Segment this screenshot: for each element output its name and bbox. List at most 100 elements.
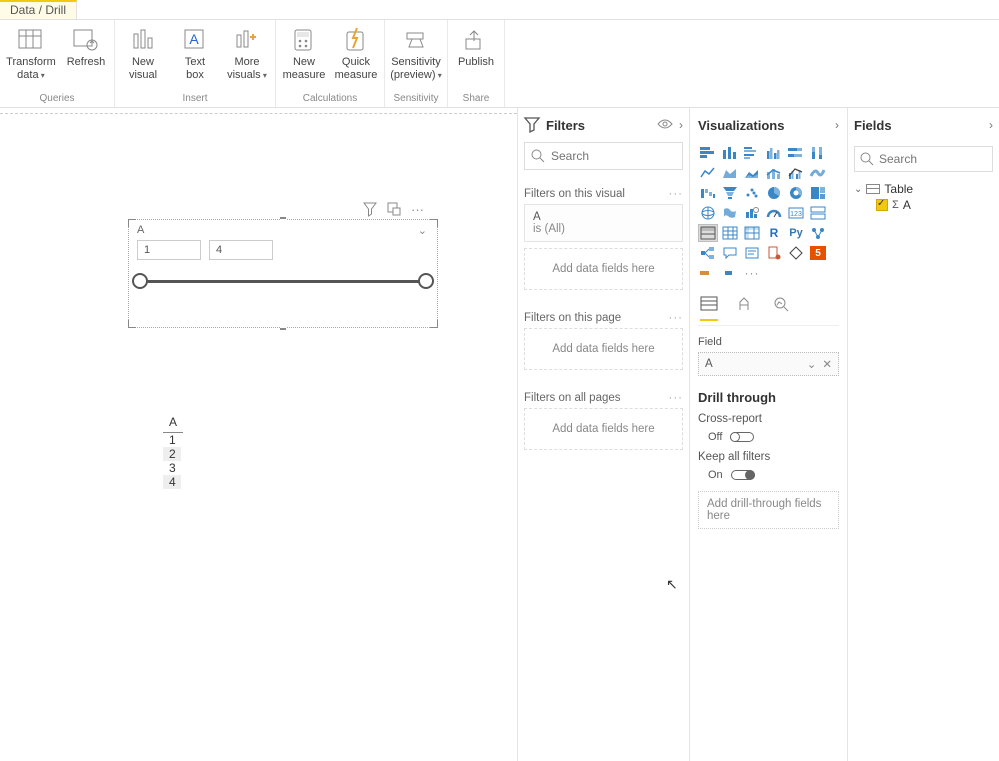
more-options-icon[interactable]: ··· bbox=[411, 202, 424, 219]
slicer-to-input[interactable] bbox=[209, 240, 273, 260]
chevron-down-icon[interactable]: ⌄ bbox=[807, 357, 817, 371]
viz-decomposition-icon[interactable] bbox=[698, 244, 718, 262]
viz-key-influencers-icon[interactable] bbox=[808, 224, 828, 242]
table-row[interactable]: 2 bbox=[163, 447, 181, 461]
ribbon-group-label-insert: Insert bbox=[117, 91, 273, 107]
filter-drop-page[interactable]: Add data fields here bbox=[524, 328, 683, 370]
sensitivity-button[interactable]: Sensitivity(preview) bbox=[387, 26, 445, 81]
eye-icon[interactable] bbox=[657, 118, 673, 133]
viz-area-icon[interactable] bbox=[720, 164, 740, 182]
viz-scatter-icon[interactable] bbox=[742, 184, 762, 202]
slider-handle-max[interactable] bbox=[418, 273, 434, 289]
table-row[interactable]: 3 bbox=[163, 461, 181, 475]
ribbon-group-queries: Transformdata Refresh Queries bbox=[0, 20, 115, 107]
column-node[interactable]: Σ A bbox=[854, 198, 993, 212]
fields-search-input[interactable] bbox=[879, 152, 986, 166]
analytics-tab[interactable] bbox=[772, 296, 790, 321]
viz-multirow-card-icon[interactable] bbox=[808, 204, 828, 222]
viz-custom2-icon[interactable] bbox=[720, 264, 740, 282]
viz-waterfall-icon[interactable] bbox=[698, 184, 718, 202]
viz-py-icon[interactable]: Py bbox=[786, 224, 806, 242]
viz-powerapps-icon[interactable]: 5 bbox=[808, 244, 828, 262]
resize-handle[interactable] bbox=[430, 320, 438, 328]
viz-ribbon-icon[interactable] bbox=[808, 164, 828, 182]
viz-narrative-icon[interactable] bbox=[742, 244, 762, 262]
more-options-icon[interactable]: ··· bbox=[669, 312, 684, 324]
more-visuals-button[interactable]: Morevisuals bbox=[221, 26, 273, 81]
viz-filled-map-icon[interactable] bbox=[720, 204, 740, 222]
viz-clustered-bar-icon[interactable] bbox=[742, 144, 762, 162]
checkbox-icon[interactable] bbox=[876, 199, 888, 211]
viz-custom1-icon[interactable] bbox=[698, 264, 718, 282]
tab-data-drill[interactable]: Data / Drill bbox=[0, 0, 77, 19]
new-visual-button[interactable]: Newvisual bbox=[117, 26, 169, 81]
viz-stacked-bar-icon[interactable] bbox=[698, 144, 718, 162]
focus-mode-icon[interactable] bbox=[387, 202, 401, 219]
viz-arcgis-icon[interactable] bbox=[786, 244, 806, 262]
remove-field-icon[interactable]: ✕ bbox=[822, 357, 832, 371]
viz-paginated-icon[interactable] bbox=[764, 244, 784, 262]
keep-filters-toggle[interactable] bbox=[731, 470, 755, 480]
fields-search[interactable] bbox=[854, 146, 993, 172]
more-options-icon[interactable]: ··· bbox=[669, 188, 684, 200]
viz-stacked-column-icon[interactable] bbox=[720, 144, 740, 162]
viz-qna-icon[interactable] bbox=[720, 244, 740, 262]
table-header[interactable]: A bbox=[163, 413, 183, 433]
publish-button[interactable]: Publish bbox=[450, 26, 502, 69]
viz-stacked-area-icon[interactable] bbox=[742, 164, 762, 182]
viz-map-icon[interactable] bbox=[698, 204, 718, 222]
viz-donut-icon[interactable] bbox=[786, 184, 806, 202]
cross-report-toggle[interactable] bbox=[730, 432, 754, 442]
viz-card-icon[interactable]: 123 bbox=[786, 204, 806, 222]
ribbon-group-label-share: Share bbox=[450, 91, 502, 107]
drill-through-drop[interactable]: Add drill-through fields here bbox=[698, 491, 839, 529]
slicer-from-input[interactable] bbox=[137, 240, 201, 260]
fields-tab[interactable] bbox=[700, 296, 718, 321]
viz-matrix-icon[interactable] bbox=[742, 224, 762, 242]
report-canvas[interactable]: ··· A ⌄ A 1 bbox=[0, 108, 517, 761]
slicer-slider[interactable] bbox=[137, 280, 429, 283]
collapse-icon[interactable]: › bbox=[835, 118, 839, 132]
chevron-down-icon[interactable]: ⌄ bbox=[418, 224, 427, 237]
resize-handle[interactable] bbox=[280, 326, 286, 330]
filter-card[interactable]: A is (All) bbox=[524, 204, 683, 242]
viz-line-stacked-column-icon[interactable] bbox=[764, 164, 784, 182]
slicer-visual[interactable]: A ⌄ bbox=[128, 219, 438, 328]
filters-search-input[interactable] bbox=[551, 149, 676, 163]
more-options-icon[interactable]: ··· bbox=[669, 392, 684, 404]
filters-search[interactable] bbox=[524, 142, 683, 170]
viz-table-icon[interactable] bbox=[720, 224, 740, 242]
field-well[interactable]: A ⌄ ✕ bbox=[698, 352, 839, 376]
filter-drop-visual[interactable]: Add data fields here bbox=[524, 248, 683, 290]
table-row[interactable]: 4 bbox=[163, 475, 181, 489]
viz-gauge-icon[interactable] bbox=[764, 204, 784, 222]
viz-line-clustered-column-icon[interactable] bbox=[786, 164, 806, 182]
filter-drop-allpages[interactable]: Add data fields here bbox=[524, 408, 683, 450]
new-measure-button[interactable]: Newmeasure bbox=[278, 26, 330, 81]
collapse-icon[interactable]: › bbox=[989, 118, 993, 132]
viz-shape-map-icon[interactable] bbox=[742, 204, 762, 222]
viz-slicer-icon[interactable] bbox=[698, 224, 718, 242]
viz-treemap-icon[interactable] bbox=[808, 184, 828, 202]
transform-data-button[interactable]: Transformdata bbox=[2, 26, 60, 81]
table-visual[interactable]: A 1 2 3 4 bbox=[163, 413, 183, 489]
viz-r-icon[interactable]: R bbox=[764, 224, 784, 242]
collapse-icon[interactable]: › bbox=[679, 118, 683, 132]
chevron-down-icon[interactable]: ⌄ bbox=[854, 184, 862, 195]
viz-line-icon[interactable] bbox=[698, 164, 718, 182]
text-box-button[interactable]: A Textbox bbox=[169, 26, 221, 81]
visual-filter-icon[interactable] bbox=[363, 202, 377, 219]
format-tab[interactable] bbox=[736, 296, 754, 321]
viz-pie-icon[interactable] bbox=[764, 184, 784, 202]
viz-funnel-icon[interactable] bbox=[720, 184, 740, 202]
viz-get-more-icon[interactable]: ··· bbox=[742, 264, 762, 282]
table-row[interactable]: 1 bbox=[163, 433, 181, 447]
viz-clustered-column-icon[interactable] bbox=[764, 144, 784, 162]
quick-measure-button[interactable]: Quickmeasure bbox=[330, 26, 382, 81]
resize-handle[interactable] bbox=[128, 320, 136, 328]
refresh-button[interactable]: Refresh bbox=[60, 26, 112, 69]
viz-100-stacked-column-icon[interactable] bbox=[808, 144, 828, 162]
slider-handle-min[interactable] bbox=[132, 273, 148, 289]
viz-100-stacked-bar-icon[interactable] bbox=[786, 144, 806, 162]
table-node[interactable]: ⌄ Table bbox=[854, 180, 993, 198]
